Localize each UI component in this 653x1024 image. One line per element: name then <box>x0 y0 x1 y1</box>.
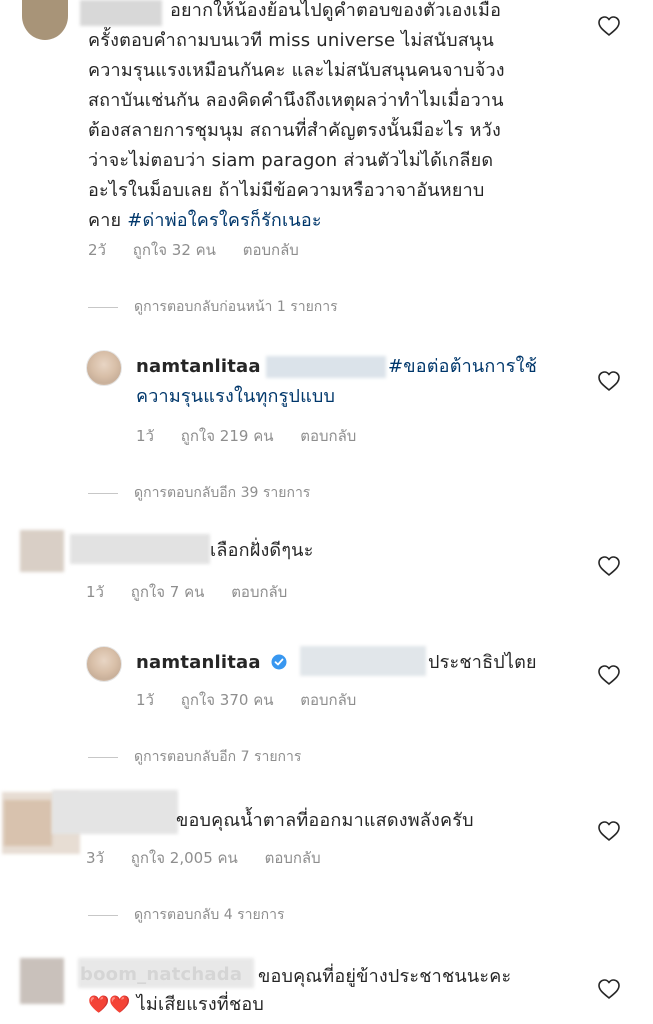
view-more-replies[interactable]: ดูการตอบกลับอีก 39 รายการ <box>88 482 310 504</box>
redacted-username <box>70 534 210 564</box>
reply-time: 1วั <box>136 427 154 445</box>
comment-time: 1วั <box>86 583 104 601</box>
comment-text-line: ต้องสลายการชุมนุม สถานที่สำคัญตรงนั้นมีอ… <box>88 120 501 141</box>
likes-count[interactable]: ถูกใจ 32 คน <box>133 241 216 259</box>
like-heart-icon[interactable] <box>598 665 620 685</box>
redacted-username <box>80 0 162 26</box>
comment-time: 2วั <box>88 241 106 259</box>
hashtag-link[interactable]: #ขอต่อต้านการใช้ <box>388 352 537 382</box>
avatar[interactable] <box>20 530 64 572</box>
view-more-label: ดูการตอบกลับอีก 39 รายการ <box>134 485 311 501</box>
view-previous-replies[interactable]: ดูการตอบกลับก่อนหน้า 1 รายการ <box>88 296 338 318</box>
reply-button[interactable]: ตอบกลับ <box>243 241 299 259</box>
likes-count[interactable]: ถูกใจ 219 คน <box>181 427 274 445</box>
comment-meta: 1วั ถูกใจ 7 คน ตอบกลับ <box>86 580 309 604</box>
comment-text-line: คาย #ด่าพ่อใครใครก็รักเนอะ <box>88 206 322 236</box>
comment-time: 3วั <box>86 849 104 867</box>
heart-emojis: ❤️❤️ <box>88 995 131 1015</box>
redacted-username <box>78 958 254 988</box>
comment-text-line: ❤️❤️ ไม่เสียแรงที่ชอบ <box>88 990 264 1020</box>
hashtag-link[interactable]: #ด่าพ่อใครใครก็รักเนอะ <box>127 210 322 231</box>
reply-meta: 1วั ถูกใจ 370 คน ตอบกลับ <box>136 688 378 712</box>
like-heart-icon[interactable] <box>598 16 620 36</box>
divider-line <box>88 914 118 916</box>
reply-text-line: namtanlitaa <box>136 352 261 382</box>
reply-time: 1วั <box>136 691 154 709</box>
comment-meta: 2วั ถูกใจ 32 คน ตอบกลับ <box>88 238 321 262</box>
comment-text-line: ขอบคุณที่อยู่ข้างประชาชนนะคะ <box>258 966 512 987</box>
reply-button[interactable]: ตอบกลับ <box>300 691 356 709</box>
avatar[interactable] <box>86 646 122 682</box>
reply-button[interactable]: ตอบกลับ <box>231 583 287 601</box>
reply-button[interactable]: ตอบกลับ <box>265 849 321 867</box>
username-link[interactable]: namtanlitaa <box>136 356 261 377</box>
like-heart-icon[interactable] <box>598 556 620 576</box>
reply-meta: 1วั ถูกใจ 219 คน ตอบกลับ <box>136 424 378 448</box>
avatar[interactable] <box>86 350 122 386</box>
comment-text: ขอบคุณน้ำตาลที่ออกมาแสดงพลังครับ <box>176 810 474 831</box>
comment-text-line: ครั้งตอบคำถามบนเวที miss universe ไม่สนั… <box>88 30 494 51</box>
redacted-mention <box>300 646 426 676</box>
divider-line <box>88 492 118 494</box>
reply-header: namtanlitaa <box>136 648 287 678</box>
hashtag-link[interactable]: ความรุนแรงในทุกรูปแบบ <box>136 382 335 412</box>
view-previous-label: ดูการตอบกลับก่อนหน้า 1 รายการ <box>134 299 338 315</box>
divider-line <box>88 756 118 758</box>
like-heart-icon[interactable] <box>598 821 620 841</box>
divider-line <box>88 306 118 308</box>
avatar[interactable] <box>20 958 64 1004</box>
view-more-label: ดูการตอบกลับอีก 7 รายการ <box>134 749 302 765</box>
comment-text-line: สถาบันเช่นกัน ลองคิดคำนึงถึงเหตุผลว่าทำไ… <box>88 90 504 111</box>
view-more-replies[interactable]: ดูการตอบกลับ 4 รายการ <box>88 904 285 926</box>
comment-text-line: อะไรในม็อบเลย ถ้าไม่มีข้อความหรือวาจาอัน… <box>88 180 485 201</box>
likes-count[interactable]: ถูกใจ 370 คน <box>181 691 274 709</box>
verified-badge-icon <box>271 654 287 670</box>
comment-text-line: ว่าจะไม่ตอบว่า siam paragon ส่วนตัวไม่ได… <box>88 150 494 171</box>
reply-button[interactable]: ตอบกลับ <box>300 427 356 445</box>
view-more-label: ดูการตอบกลับ 4 รายการ <box>134 907 285 923</box>
likes-count[interactable]: ถูกใจ 7 คน <box>131 583 205 601</box>
comment-text: ไม่เสียแรงที่ชอบ <box>136 994 265 1015</box>
avatar[interactable] <box>22 0 68 40</box>
avatar-overlay <box>4 800 52 846</box>
like-heart-icon[interactable] <box>598 371 620 391</box>
username-link[interactable]: namtanlitaa <box>136 652 261 673</box>
redacted-username <box>52 790 178 834</box>
comment-text-line: ความรุนแรงเหมือนกันคะ และไม่สนับสนุนคนจา… <box>88 60 505 81</box>
like-heart-icon[interactable] <box>598 979 620 999</box>
redacted-mention <box>266 356 386 378</box>
comment-meta: 3วั ถูกใจ 2,005 คน ตอบกลับ <box>86 846 343 870</box>
comment-text: คาย <box>88 210 128 231</box>
reply-text: ประชาธิปไตย <box>428 652 537 673</box>
view-more-replies[interactable]: ดูการตอบกลับอีก 7 รายการ <box>88 746 301 768</box>
comment-text: เลือกฝั่งดีๆนะ <box>210 540 314 561</box>
likes-count[interactable]: ถูกใจ 2,005 คน <box>131 849 238 867</box>
comment-text-line: อยากให้น้องย้อนไปดูคำตอบของตัวเองเมื่อ <box>170 0 502 21</box>
